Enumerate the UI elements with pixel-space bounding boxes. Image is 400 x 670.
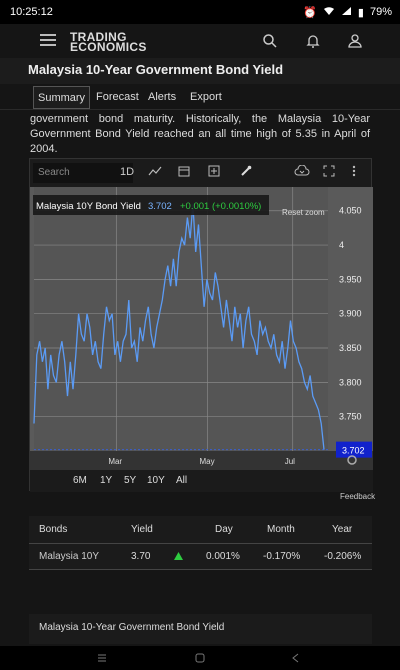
header-year: Year [332,524,353,535]
system-nav-bar [0,646,400,670]
y-tick-label: 4.050 [339,206,362,216]
more-options-icon[interactable] [352,165,356,180]
wrench-icon[interactable] [240,165,252,180]
tab-alerts[interactable]: Alerts [144,86,180,109]
range-5y[interactable]: 5Y [124,475,136,486]
chart-toolbar: Search 1D [30,159,373,187]
page-title: Malaysia 10-Year Government Bond Yield [28,62,284,77]
x-axis-label: Jul [285,457,295,466]
back-icon[interactable] [290,651,302,669]
range-all[interactable]: All [176,475,187,486]
chart-search-input[interactable]: Search [33,163,133,183]
chart-container: Search 1D 4.050 4 3.950 3.900 3.850 3.800 3.75… [29,158,373,492]
table-row[interactable]: Malaysia 10Y 3.70 0.001% -0.170% -0.206% [29,544,372,570]
header-month: Month [267,524,295,535]
title-bar: Malaysia 10-Year Government Bond Yield [0,58,400,84]
bond-yield-chart[interactable]: 4.050 4 3.950 3.900 3.850 3.800 3.750 Mar May Jul… [30,187,373,470]
range-10y[interactable]: 10Y [147,475,165,486]
status-bar: 10:25:12 ⏰ ▮ 79% [0,0,400,24]
last-value-label: 3.702 [342,446,365,456]
info-change: +0.001 (+0.0010%) [180,201,261,212]
signal-icon [341,6,352,19]
header-bonds: Bonds [39,524,68,535]
reset-zoom-button[interactable]: Reset zoom [282,208,325,217]
range-6m[interactable]: 6M [73,475,87,486]
y-tick-label: 3.950 [339,274,362,284]
y-tick-label: 3.800 [339,377,362,387]
add-icon[interactable] [208,165,220,180]
x-axis-label: May [199,457,214,466]
y-tick-label: 3.850 [339,343,362,353]
y-tick-label: 3.750 [339,412,362,422]
interval-button[interactable]: 1D [120,166,134,178]
line-chart-icon[interactable] [148,165,162,180]
battery-level: 79% [369,6,392,18]
menu-icon[interactable] [40,34,56,46]
top-nav: TRADING ECONOMICS [0,24,400,58]
tabs-bar: Summary Forecast Alerts Export [0,84,400,110]
row-bond-name[interactable]: Malaysia 10Y [39,544,99,570]
feedback-link[interactable]: Feedback [340,492,375,501]
table-header: Bonds Yield Day Month Year [29,516,372,544]
intro-text: government bond maturity. Historically, … [30,113,370,155]
recent-apps-icon[interactable] [96,651,108,669]
logo[interactable]: TRADING ECONOMICS [70,31,147,53]
battery-icon: ▮ [357,6,364,19]
row-yield: 3.70 [131,551,151,562]
calendar-icon[interactable] [178,165,190,180]
row-month: -0.170% [263,551,301,562]
y-tick-label: 4 [339,240,344,250]
search-icon[interactable] [262,33,278,49]
up-arrow-icon [174,544,183,570]
fullscreen-icon[interactable] [323,165,335,180]
info-series-name: Malaysia 10Y Bond Yield [36,201,141,212]
alarm-icon: ⏰ [303,6,317,19]
range-selector: 6M 1Y 5Y 10Y All [30,470,373,492]
home-icon[interactable] [194,651,206,669]
tab-summary[interactable]: Summary [33,86,91,109]
range-1y[interactable]: 1Y [100,475,112,486]
y-tick-label: 3.900 [339,309,362,319]
user-icon[interactable] [347,33,363,49]
chart-plot-area[interactable]: 4.050 4 3.950 3.900 3.850 3.800 3.750 Mar May Jul… [30,187,373,470]
header-day: Day [215,524,233,535]
status-time: 10:25:12 [10,6,53,18]
related-section[interactable]: Malaysia 10-Year Government Bond Yield [29,614,372,644]
bell-icon[interactable] [305,33,321,49]
header-yield: Yield [131,524,153,535]
info-value: 3.702 [148,201,172,212]
cloud-download-icon[interactable] [294,164,310,180]
bonds-table: Bonds Yield Day Month Year Malaysia 10Y … [29,516,372,570]
tab-forecast[interactable]: Forecast [92,86,143,109]
row-day: 0.001% [206,551,240,562]
tab-export[interactable]: Export [186,86,226,109]
related-title: Malaysia 10-Year Government Bond Yield [39,622,225,633]
wifi-icon [323,6,335,19]
row-year: -0.206% [324,551,362,562]
x-axis-label: Mar [108,457,122,466]
